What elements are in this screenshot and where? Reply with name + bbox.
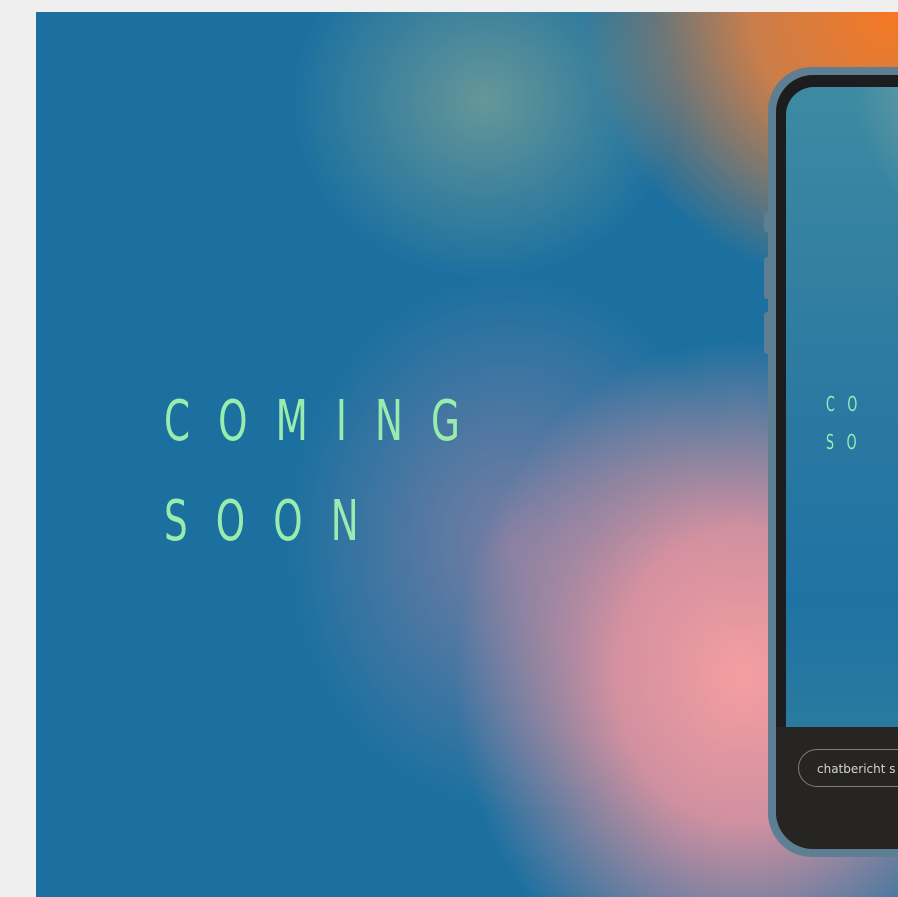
hero-canvas: COMING SOON CO SO chatbericht s [36,12,898,897]
phone-chat-bar: chatbericht s [776,727,898,849]
phone-headline: CO SO [826,385,870,461]
headline-line-1: COMING [164,389,489,454]
chat-message-input[interactable]: chatbericht s [798,749,898,787]
phone-headline-line-2: SO [826,430,870,454]
phone-headline-line-1: CO [826,392,870,416]
phone-mockup: CO SO chatbericht s [764,67,898,857]
headline-line-2: SOON [164,489,387,554]
phone-mute-switch [764,212,770,232]
phone-screen: CO SO [786,87,898,727]
phone-volume-down-button [764,312,770,354]
phone-volume-up-button [764,257,770,299]
coming-soon-headline: COMING SOON [164,372,488,572]
phone-body: CO SO chatbericht s [776,75,898,849]
